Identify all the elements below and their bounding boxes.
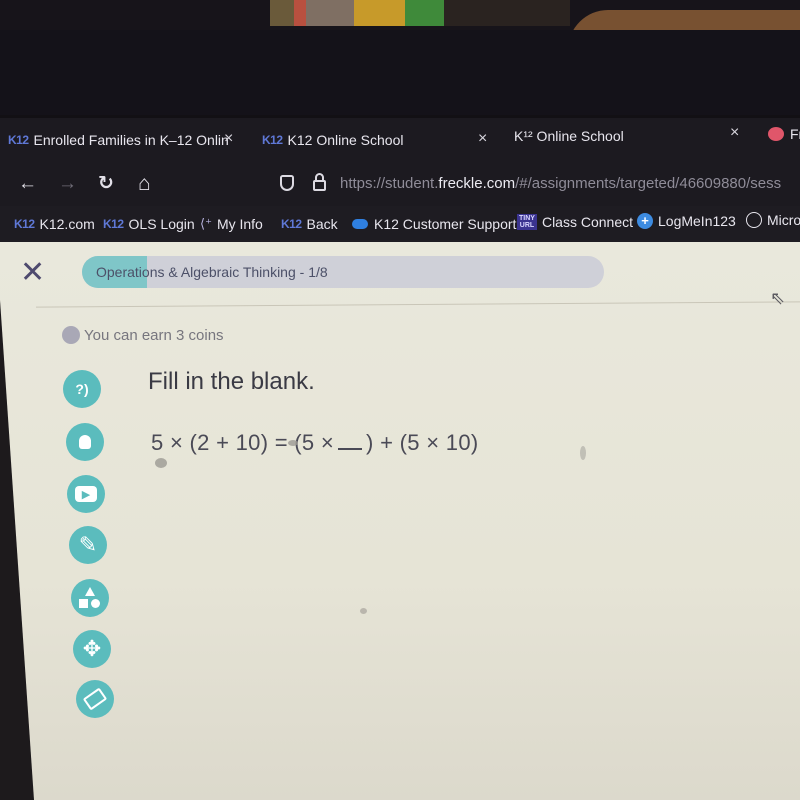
my-info-icon: ⟨⁺ — [200, 216, 212, 231]
equation-left: 5 × (2 + 10) = (5 × — [151, 430, 335, 455]
coins-indicator: You can earn 3 coins — [62, 326, 224, 344]
screen-edge-shadow — [0, 300, 34, 800]
plus-circle-icon: + — [637, 213, 653, 229]
bookmark-back[interactable]: K12 Back — [281, 216, 338, 232]
url-path: /#/assignments/targeted/46609880/sess — [515, 175, 782, 192]
bookmark-ols-login[interactable]: K12 OLS Login — [103, 216, 195, 232]
pig-icon — [768, 127, 784, 141]
move-button[interactable]: ✥ — [73, 630, 111, 668]
k12-icon: K12 — [103, 217, 124, 231]
bookmark-label: My Info — [216, 216, 263, 232]
close-tab-icon[interactable]: × — [730, 124, 739, 142]
progress-bar: Operations & Algebraic Thinking - 1/8 — [82, 256, 604, 288]
screen-smudge — [288, 440, 298, 446]
move-arrows-icon: ✥ — [82, 636, 102, 661]
tinyurl-icon-bottom: URL — [519, 222, 535, 229]
k12-icon: K12 — [8, 133, 29, 147]
close-tab-icon[interactable]: × — [224, 130, 233, 148]
bookmark-k12-com[interactable]: K12 K12.com — [14, 216, 95, 232]
bookmark-label: LogMeIn123 — [658, 213, 736, 229]
bookmark-class-connect[interactable]: TINY URL Class Connect — [517, 214, 633, 230]
bookmark-label: Class Connect — [541, 214, 633, 230]
eraser-button[interactable] — [76, 680, 114, 718]
eraser-icon — [82, 687, 108, 711]
pencil-icon: ✎ — [78, 532, 98, 557]
tab-k12-online-school[interactable]: K12 K12 Online School — [262, 128, 403, 152]
photo-background — [0, 0, 800, 115]
k12-icon: K12 — [14, 217, 35, 231]
progress-label: Operations & Algebraic Thinking - 1/8 — [96, 264, 328, 280]
tab-label: Enrolled Families in K–12 Onlin — [33, 132, 229, 148]
hint-button[interactable] — [66, 423, 104, 461]
tab-k12-online-school-2[interactable]: K¹² Online School — [514, 124, 624, 148]
bookmark-customer-support[interactable]: K12 Customer Support — [352, 216, 516, 232]
background-shelf — [270, 0, 570, 26]
shapes-icon — [79, 587, 101, 609]
bookmark-label: K12.com — [39, 216, 95, 232]
browser-nav-bar: ← → ↻ ⌂ https://student.freckle.com/#/as… — [0, 162, 800, 206]
pencil-button[interactable]: ✎ — [69, 526, 107, 564]
browser-tab-strip: K12 Enrolled Families in K–12 Onlin × K1… — [0, 118, 800, 162]
tab-label: K12 Online School — [287, 132, 404, 148]
k12-icon: K12 — [262, 133, 283, 147]
equation: 5 × (2 + 10) = (5 × ) + (5 × 10) — [151, 430, 478, 456]
bookmarks-bar: K12 K12.com K12 OLS Login ⟨⁺ My Info K12… — [0, 206, 800, 242]
read-aloud-button[interactable]: ?) — [63, 370, 101, 408]
mouse-cursor-icon: ⇖ — [770, 288, 786, 308]
screen-smudge — [360, 608, 367, 614]
k12-icon: K12 — [281, 217, 302, 231]
url-bar[interactable]: https://student.freckle.com/#/assignment… — [340, 175, 781, 192]
bookmark-logmein123[interactable]: + LogMeIn123 — [637, 213, 736, 229]
close-assignment-icon[interactable]: ✕ — [20, 258, 45, 288]
tinyurl-icon-top: TINY — [519, 215, 535, 222]
bookmark-micro[interactable]: Micro — [746, 212, 800, 228]
coin-icon — [62, 326, 80, 344]
cloud-icon — [352, 219, 368, 229]
lightbulb-icon — [79, 435, 91, 449]
back-arrow-icon[interactable]: ← — [18, 174, 37, 194]
video-play-icon: ▶ — [75, 486, 97, 502]
shapes-button[interactable] — [71, 579, 109, 617]
video-button[interactable]: ▶ — [67, 475, 105, 513]
screen-smudge — [580, 446, 586, 460]
reload-icon[interactable]: ↻ — [98, 174, 114, 194]
bookmark-label: K12 Customer Support — [374, 216, 517, 232]
bookmark-label: Back — [306, 216, 338, 232]
coins-text: You can earn 3 coins — [84, 326, 224, 344]
question-prompt: Fill in the blank. — [148, 368, 315, 395]
close-tab-icon[interactable]: × — [478, 130, 487, 148]
answer-blank[interactable] — [338, 432, 363, 450]
globe-icon — [746, 212, 762, 228]
speaker-question-icon: ?) — [75, 381, 89, 397]
url-prefix: https://student. — [340, 175, 439, 192]
forward-arrow-icon[interactable]: → — [58, 174, 77, 194]
url-domain: freckle.com — [438, 175, 516, 192]
tab-label: Fr — [790, 126, 800, 142]
lock-shackle — [315, 173, 324, 182]
tab-enrolled-families[interactable]: K12 Enrolled Families in K–12 Onlin — [8, 128, 229, 152]
screen-smudge — [155, 458, 167, 468]
tab-label: K¹² Online School — [514, 128, 624, 144]
monitor-bezel — [0, 30, 800, 115]
equation-right: ) + (5 × 10) — [366, 430, 479, 455]
bookmark-label: Micro — [767, 212, 800, 228]
shield-icon[interactable] — [280, 175, 294, 191]
home-icon[interactable]: ⌂ — [138, 173, 151, 194]
bookmark-label: OLS Login — [128, 216, 195, 232]
bookmark-my-info[interactable]: ⟨⁺ My Info — [200, 216, 263, 232]
tab-freckle[interactable]: Fr — [768, 122, 800, 146]
tinyurl-icon: TINY URL — [517, 214, 537, 230]
